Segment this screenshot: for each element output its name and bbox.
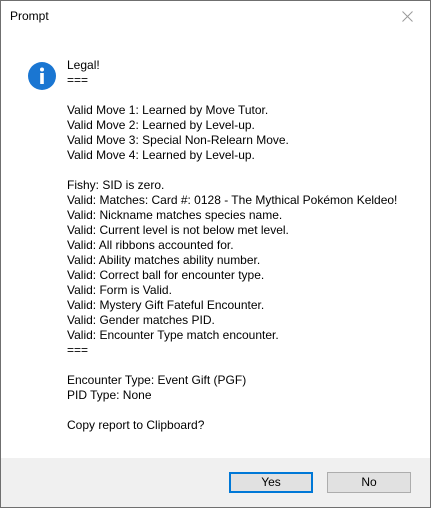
info-icon: [27, 61, 57, 91]
message-line: [67, 403, 417, 418]
message-line: Valid: Current level is not below met le…: [67, 223, 289, 237]
message-line: Encounter Type: Event Gift (PGF): [67, 373, 247, 387]
message-line: Valid: Encounter Type match encounter.: [67, 328, 279, 342]
no-button[interactable]: No: [327, 472, 411, 493]
message-line: Valid: Form is Valid.: [67, 283, 172, 297]
message-line: ===: [67, 343, 89, 357]
message-line: Fishy: SID is zero.: [67, 178, 165, 192]
title-bar[interactable]: Prompt: [1, 1, 430, 32]
message-line: Valid Move 2: Learned by Level-up.: [67, 118, 255, 132]
close-button[interactable]: [385, 1, 430, 32]
window-title: Prompt: [10, 9, 49, 23]
message-line: Valid Move 3: Special Non-Relearn Move.: [67, 133, 289, 147]
message-line: Copy report to Clipboard?: [67, 418, 205, 432]
message-line: Valid: Correct ball for encounter type.: [67, 268, 265, 282]
yes-button[interactable]: Yes: [229, 472, 313, 493]
message-line: ===: [67, 73, 89, 87]
message-line: Valid: All ribbons accounted for.: [67, 238, 234, 252]
message-line: Valid: Matches: Card #: 0128 - The Mythi…: [67, 193, 398, 207]
close-icon: [402, 11, 413, 22]
message-line: Valid: Mystery Gift Fateful Encounter.: [67, 298, 265, 312]
message-line: Valid: Gender matches PID.: [67, 313, 215, 327]
message-line: [67, 88, 417, 103]
message-line: [67, 163, 417, 178]
message-line: Valid Move 4: Learned by Level-up.: [67, 148, 255, 162]
button-bar: Yes No: [1, 458, 430, 507]
prompt-dialog: Prompt Legal! === Valid Move 1: Learned by…: [0, 0, 431, 508]
message-line: Valid: Nickname matches species name.: [67, 208, 283, 222]
message-line: PID Type: None: [67, 388, 152, 402]
message-line: Valid: Ability matches ability number.: [67, 253, 261, 267]
message-line: [67, 358, 417, 373]
message-line: Legal!: [67, 58, 100, 72]
message-text: Legal! === Valid Move 1: Learned by Move T…: [67, 58, 417, 433]
message-line: Valid Move 1: Learned by Move Tutor.: [67, 103, 269, 117]
